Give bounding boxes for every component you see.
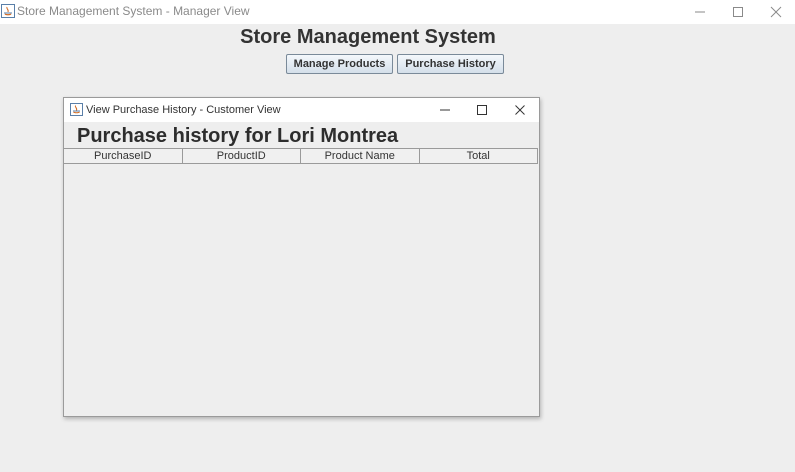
close-icon	[515, 105, 525, 115]
column-header-productid[interactable]: ProductID	[183, 149, 301, 163]
inner-maximize-button[interactable]	[463, 98, 501, 122]
purchase-history-window-title: View Purchase History - Customer View	[86, 104, 281, 116]
column-header-total[interactable]: Total	[420, 149, 538, 163]
inner-minimize-button[interactable]	[426, 98, 464, 122]
column-header-purchaseid[interactable]: PurchaseID	[64, 149, 183, 163]
maximize-button[interactable]	[719, 0, 757, 24]
manage-products-button[interactable]: Manage Products	[286, 54, 393, 74]
page-title: Store Management System	[240, 26, 496, 48]
purchase-history-table[interactable]: PurchaseID ProductID Product Name Total	[64, 148, 539, 416]
maximize-icon	[477, 105, 487, 115]
inner-close-button[interactable]	[501, 98, 539, 122]
java-app-icon	[70, 103, 83, 116]
minimize-icon	[695, 11, 705, 13]
close-icon	[770, 6, 782, 18]
close-button[interactable]	[757, 0, 795, 24]
purchase-history-heading: Purchase history for Lori Montrea	[77, 125, 399, 147]
purchase-history-button[interactable]: Purchase History	[397, 54, 504, 74]
column-header-product-name[interactable]: Product Name	[301, 149, 420, 163]
main-window-titlebar[interactable]: Store Management System - Manager View	[0, 0, 795, 24]
desktop-area: Store Management System - Manager View S…	[0, 0, 795, 472]
purchase-history-titlebar[interactable]: View Purchase History - Customer View	[64, 98, 539, 122]
minimize-icon	[440, 109, 450, 111]
table-body[interactable]	[64, 164, 539, 416]
main-window-title: Store Management System - Manager View	[17, 4, 250, 18]
maximize-icon	[733, 7, 743, 17]
minimize-button[interactable]	[681, 0, 719, 24]
purchase-history-window: View Purchase History - Customer View Pu…	[63, 97, 540, 417]
table-header: PurchaseID ProductID Product Name Total	[64, 148, 538, 164]
java-app-icon	[1, 4, 15, 18]
